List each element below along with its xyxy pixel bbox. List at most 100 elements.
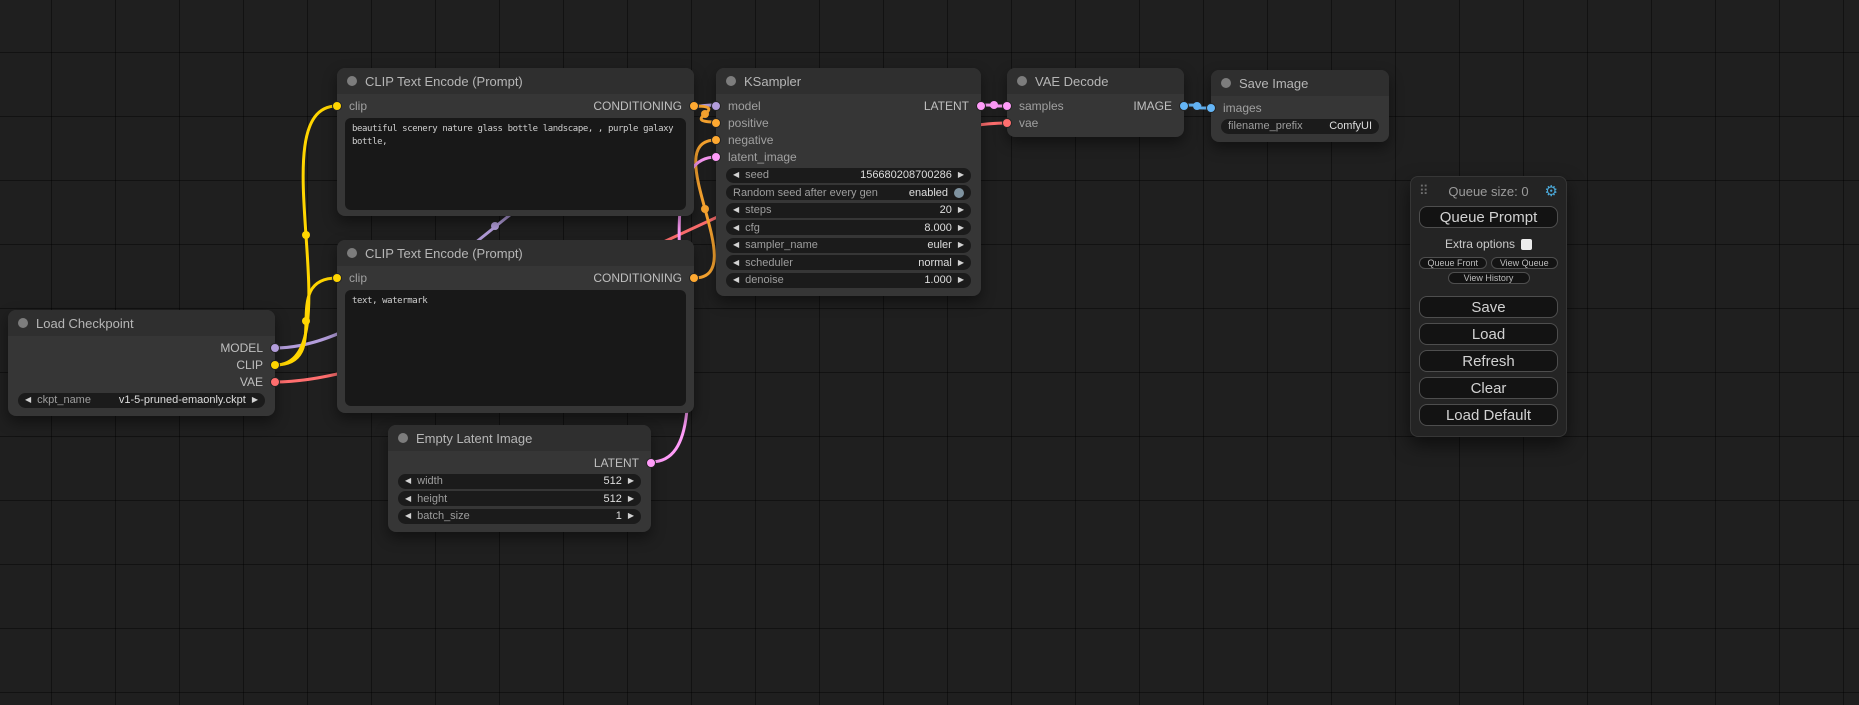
decrement-arrow-icon[interactable]: ◀ (733, 206, 739, 214)
extra-options-checkbox[interactable] (1521, 239, 1532, 250)
input-slot-vae[interactable] (1002, 118, 1012, 128)
node-collapse-dot-icon[interactable] (726, 76, 736, 86)
link-midpoint-dot[interactable] (1193, 102, 1201, 110)
increment-arrow-icon[interactable]: ▶ (958, 259, 964, 267)
input-slot-latent-image[interactable] (711, 152, 721, 162)
node-load-checkpoint[interactable]: Load Checkpoint MODEL CLIP VAE ◀ ckpt_na… (8, 310, 275, 416)
node-collapse-dot-icon[interactable] (18, 318, 28, 328)
link-midpoint-dot[interactable] (491, 222, 499, 230)
node-collapse-dot-icon[interactable] (347, 76, 357, 86)
widget-ckpt-name[interactable]: ◀ ckpt_name v1-5-pruned-emaonly.ckpt ▶ (18, 393, 265, 408)
output-slot-clip[interactable] (270, 360, 280, 370)
node-collapse-dot-icon[interactable] (347, 248, 357, 258)
node-header[interactable]: CLIP Text Encode (Prompt) (337, 240, 694, 266)
output-slot-conditioning[interactable] (689, 273, 699, 283)
widget-random-seed-toggle[interactable]: Random seed after every gen enabled (726, 185, 971, 200)
decrement-arrow-icon[interactable]: ◀ (25, 396, 31, 404)
slot-row: LATENT (388, 454, 651, 471)
decrement-arrow-icon[interactable]: ◀ (733, 276, 739, 284)
widget-name: scheduler (745, 257, 912, 269)
input-label-model: model (728, 99, 761, 113)
increment-arrow-icon[interactable]: ▶ (252, 396, 258, 404)
node-collapse-dot-icon[interactable] (1221, 78, 1231, 88)
link-midpoint-dot[interactable] (701, 110, 709, 118)
output-slot-image[interactable] (1179, 101, 1189, 111)
save-button[interactable]: Save (1419, 296, 1558, 318)
node-save-image[interactable]: Save Image images filename_prefix ComfyU… (1211, 70, 1389, 142)
widget-batch-size[interactable]: ◀ batch_size 1 ▶ (398, 509, 641, 524)
output-slot-latent[interactable] (646, 458, 656, 468)
toggle-knob-icon[interactable] (954, 188, 964, 198)
node-empty-latent-image[interactable]: Empty Latent Image LATENT ◀ width 512 ▶ … (388, 425, 651, 532)
widget-scheduler[interactable]: ◀ scheduler normal ▶ (726, 255, 971, 270)
prompt-textarea[interactable]: beautiful scenery nature glass bottle la… (345, 118, 686, 210)
increment-arrow-icon[interactable]: ▶ (628, 495, 634, 503)
widget-name: seed (745, 169, 854, 181)
output-label-vae: VAE (240, 375, 263, 389)
input-slot-clip[interactable] (332, 101, 342, 111)
queue-prompt-button[interactable]: Queue Prompt (1419, 206, 1558, 228)
link-midpoint-dot[interactable] (302, 231, 310, 239)
load-button[interactable]: Load (1419, 323, 1558, 345)
node-clip-text-encode-negative[interactable]: CLIP Text Encode (Prompt) clip CONDITION… (337, 240, 694, 413)
increment-arrow-icon[interactable]: ▶ (958, 171, 964, 179)
increment-arrow-icon[interactable]: ▶ (628, 512, 634, 520)
increment-arrow-icon[interactable]: ▶ (958, 241, 964, 249)
node-header[interactable]: Load Checkpoint (8, 310, 275, 336)
decrement-arrow-icon[interactable]: ◀ (733, 259, 739, 267)
node-header[interactable]: Empty Latent Image (388, 425, 651, 451)
refresh-button[interactable]: Refresh (1419, 350, 1558, 372)
node-header[interactable]: Save Image (1211, 70, 1389, 96)
link-midpoint-dot[interactable] (990, 101, 998, 109)
input-slot-images[interactable] (1206, 103, 1216, 113)
output-slot-vae[interactable] (270, 377, 280, 387)
increment-arrow-icon[interactable]: ▶ (628, 477, 634, 485)
widget-steps[interactable]: ◀ steps 20 ▶ (726, 203, 971, 218)
input-slot-clip[interactable] (332, 273, 342, 283)
widget-width[interactable]: ◀ width 512 ▶ (398, 474, 641, 489)
prompt-textarea[interactable]: text, watermark (345, 290, 686, 406)
decrement-arrow-icon[interactable]: ◀ (733, 171, 739, 179)
widget-filename-prefix[interactable]: filename_prefix ComfyUI (1221, 119, 1379, 134)
node-header[interactable]: VAE Decode (1007, 68, 1184, 94)
link-midpoint-dot[interactable] (302, 317, 310, 325)
view-history-button[interactable]: View History (1448, 272, 1530, 284)
input-slot-model[interactable] (711, 101, 721, 111)
decrement-arrow-icon[interactable]: ◀ (405, 495, 411, 503)
node-vae-decode[interactable]: VAE Decode samples IMAGE vae (1007, 68, 1184, 137)
widget-height[interactable]: ◀ height 512 ▶ (398, 491, 641, 506)
decrement-arrow-icon[interactable]: ◀ (733, 224, 739, 232)
node-clip-text-encode-positive[interactable]: CLIP Text Encode (Prompt) clip CONDITION… (337, 68, 694, 216)
node-graph-canvas[interactable]: Load Checkpoint MODEL CLIP VAE ◀ ckpt_na… (0, 0, 1859, 705)
widget-cfg[interactable]: ◀ cfg 8.000 ▶ (726, 220, 971, 235)
output-slot-latent[interactable] (976, 101, 986, 111)
output-slot-model[interactable] (270, 343, 280, 353)
widget-sampler-name[interactable]: ◀ sampler_name euler ▶ (726, 238, 971, 253)
increment-arrow-icon[interactable]: ▶ (958, 276, 964, 284)
increment-arrow-icon[interactable]: ▶ (958, 206, 964, 214)
menu-drag-handle-icon[interactable]: ⠿ (1419, 183, 1429, 199)
decrement-arrow-icon[interactable]: ◀ (405, 477, 411, 485)
load-default-button[interactable]: Load Default (1419, 404, 1558, 426)
node-header[interactable]: KSampler (716, 68, 981, 94)
decrement-arrow-icon[interactable]: ◀ (733, 241, 739, 249)
widget-denoise[interactable]: ◀ denoise 1.000 ▶ (726, 273, 971, 288)
increment-arrow-icon[interactable]: ▶ (958, 224, 964, 232)
link-midpoint-dot[interactable] (701, 205, 709, 213)
input-slot-negative[interactable] (711, 135, 721, 145)
view-queue-button[interactable]: View Queue (1491, 257, 1559, 269)
output-label-image: IMAGE (1133, 99, 1172, 113)
output-slot-conditioning[interactable] (689, 101, 699, 111)
clear-button[interactable]: Clear (1419, 377, 1558, 399)
decrement-arrow-icon[interactable]: ◀ (405, 512, 411, 520)
node-ksampler[interactable]: KSampler model LATENT positive negative … (716, 68, 981, 296)
node-header[interactable]: CLIP Text Encode (Prompt) (337, 68, 694, 94)
widget-seed[interactable]: ◀ seed 156680208700286 ▶ (726, 168, 971, 183)
input-label-positive: positive (728, 116, 769, 130)
input-slot-positive[interactable] (711, 118, 721, 128)
settings-gear-icon[interactable]: ⚙ (1545, 182, 1558, 200)
queue-front-button[interactable]: Queue Front (1419, 257, 1487, 269)
node-collapse-dot-icon[interactable] (1017, 76, 1027, 86)
input-slot-samples[interactable] (1002, 101, 1012, 111)
node-collapse-dot-icon[interactable] (398, 433, 408, 443)
